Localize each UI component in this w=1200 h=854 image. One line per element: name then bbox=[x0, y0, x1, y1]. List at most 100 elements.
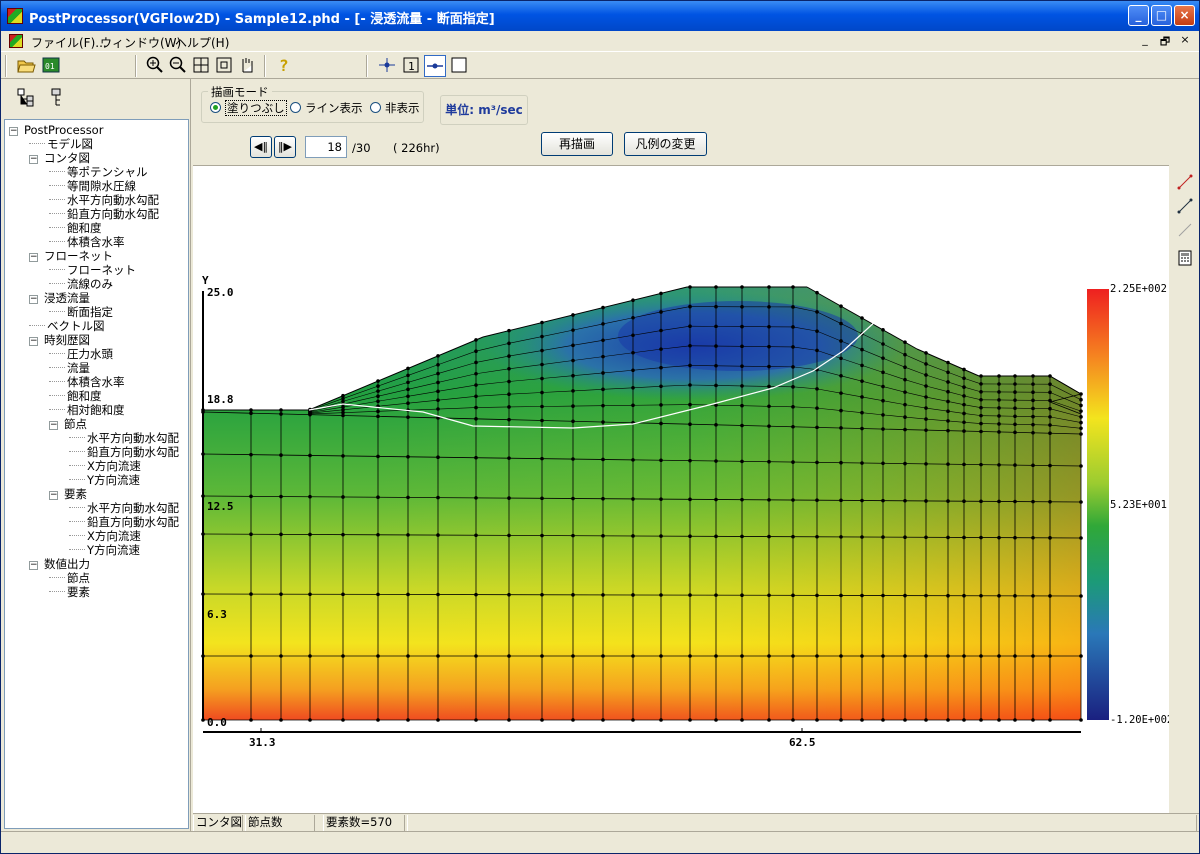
tree-item[interactable]: 圧力水頭 bbox=[49, 347, 113, 361]
tree-item-label[interactable]: 体積含水率 bbox=[67, 375, 125, 389]
tree-item[interactable]: 要素 bbox=[49, 585, 90, 599]
help-icon[interactable]: ? bbox=[273, 55, 295, 77]
rectangle-icon[interactable] bbox=[448, 55, 470, 77]
tree-item[interactable]: 鉛直方向動水勾配 bbox=[69, 445, 179, 459]
tree-item[interactable]: 飽和度 bbox=[49, 389, 102, 403]
radio-hidden[interactable]: 非表示 bbox=[370, 100, 420, 116]
tree-toggle[interactable]: − bbox=[29, 337, 38, 346]
tree-item[interactable]: − 節点 bbox=[49, 417, 87, 431]
close-button[interactable]: × bbox=[1174, 5, 1195, 26]
fit-icon[interactable] bbox=[190, 55, 212, 77]
zoom-window-icon[interactable] bbox=[213, 55, 235, 77]
tree-item-label[interactable]: ベクトル図 bbox=[47, 319, 105, 333]
tree-item[interactable]: 節点 bbox=[49, 571, 90, 585]
tree-item[interactable]: X方向流速 bbox=[69, 459, 141, 473]
tree-toggle[interactable]: − bbox=[49, 421, 58, 430]
radio-fill-label[interactable]: 塗りつぶし bbox=[225, 100, 287, 116]
tree-view[interactable]: − PostProcessor モデル図 − コンタ図 等ポテンシャル 等間隙水圧線 水平方向… bbox=[4, 119, 189, 829]
node-line-icon[interactable] bbox=[376, 55, 398, 77]
tree-item[interactable]: 飽和度 bbox=[49, 221, 102, 235]
zoom-out-icon[interactable] bbox=[167, 55, 189, 77]
tree-item-label[interactable]: X方向流速 bbox=[87, 459, 141, 473]
next-frame-button[interactable]: ‖▶ bbox=[274, 136, 296, 158]
tree-item-label[interactable]: PostProcessor bbox=[24, 123, 103, 137]
tree-item[interactable]: 体積含水率 bbox=[49, 375, 125, 389]
tree-item[interactable]: 体積含水率 bbox=[49, 235, 125, 249]
contour-plot[interactable]: Y 25.0 18.8 12.5 6.3 0.0 31.3 62.5 2.25E… bbox=[193, 166, 1173, 814]
tree-item[interactable]: − フローネット bbox=[29, 249, 113, 263]
radio-line-dot[interactable] bbox=[290, 102, 301, 113]
tree-toggle[interactable]: − bbox=[9, 127, 18, 136]
folder-open-icon[interactable] bbox=[15, 55, 37, 77]
mdi-child-icon[interactable] bbox=[9, 34, 23, 48]
calculator-icon[interactable] bbox=[1175, 249, 1195, 269]
menu-help[interactable]: ヘルプ(H) bbox=[175, 34, 229, 51]
line-tool-dark-icon[interactable] bbox=[1175, 197, 1195, 217]
radio-line[interactable]: ライン表示 bbox=[290, 100, 363, 116]
tree-item-label[interactable]: 圧力水頭 bbox=[67, 347, 113, 361]
tree-item-label[interactable]: 数値出力 bbox=[44, 557, 90, 571]
mdi-restore-button[interactable]: 🗗 bbox=[1157, 33, 1173, 52]
tree-item[interactable]: − コンタ図 bbox=[29, 151, 90, 165]
tree-item[interactable]: X方向流速 bbox=[69, 529, 141, 543]
radio-hidden-dot[interactable] bbox=[370, 102, 381, 113]
tree-item[interactable]: 水平方向動水勾配 bbox=[49, 193, 159, 207]
point-line-icon[interactable] bbox=[424, 55, 446, 77]
tree-item[interactable]: Y方向流速 bbox=[69, 543, 140, 557]
tree-item[interactable]: 等ポテンシャル bbox=[49, 165, 148, 179]
tree-collapse-icon[interactable] bbox=[46, 87, 68, 109]
tree-item-label[interactable]: 飽和度 bbox=[67, 389, 102, 403]
tree-item[interactable]: − PostProcessor bbox=[9, 123, 103, 137]
tree-item[interactable]: 相対飽和度 bbox=[49, 403, 125, 417]
zoom-in-icon[interactable] bbox=[144, 55, 166, 77]
line-tool-red-icon[interactable] bbox=[1175, 173, 1195, 193]
frame-input[interactable]: 18 bbox=[305, 136, 347, 158]
tree-item-label[interactable]: 水平方向動水勾配 bbox=[87, 501, 179, 515]
tree-item[interactable]: 流線のみ bbox=[49, 277, 113, 291]
tree-toggle[interactable]: − bbox=[29, 155, 38, 164]
tree-item-label[interactable]: コンタ図 bbox=[44, 151, 90, 165]
tree-toggle[interactable]: − bbox=[29, 295, 38, 304]
tree-item[interactable]: 水平方向動水勾配 bbox=[69, 431, 179, 445]
tree-item-label[interactable]: フローネット bbox=[67, 263, 136, 277]
tree-item-label[interactable]: 流線のみ bbox=[67, 277, 113, 291]
tree-item-label[interactable]: 断面指定 bbox=[67, 305, 113, 319]
mdi-close-button[interactable]: × bbox=[1177, 33, 1193, 52]
menu-window[interactable]: ウィンドウ(W) bbox=[100, 34, 181, 51]
tree-toggle[interactable]: − bbox=[29, 253, 38, 262]
radio-fill[interactable]: 塗りつぶし bbox=[210, 100, 287, 116]
maximize-button[interactable]: □ bbox=[1151, 5, 1172, 26]
tree-item-label[interactable]: 節点 bbox=[64, 417, 87, 431]
pan-hand-icon[interactable] bbox=[236, 55, 258, 77]
tree-item[interactable]: 水平方向動水勾配 bbox=[69, 501, 179, 515]
tree-item-label[interactable]: 水平方向動水勾配 bbox=[87, 431, 179, 445]
tree-item-label[interactable]: Y方向流速 bbox=[87, 473, 140, 487]
tree-item[interactable]: 断面指定 bbox=[49, 305, 113, 319]
tree-item-label[interactable]: 時刻歴図 bbox=[44, 333, 90, 347]
mdi-minimize-button[interactable]: _ bbox=[1137, 33, 1153, 52]
tree-item[interactable]: 等間隙水圧線 bbox=[49, 179, 136, 193]
tree-item[interactable]: Y方向流速 bbox=[69, 473, 140, 487]
tree-item[interactable]: 流量 bbox=[49, 361, 90, 375]
tree-item-label[interactable]: 等ポテンシャル bbox=[67, 165, 148, 179]
menu-file[interactable]: ファイル(F)... bbox=[31, 34, 107, 51]
tree-item[interactable]: フローネット bbox=[49, 263, 136, 277]
tree-item[interactable]: ベクトル図 bbox=[29, 319, 105, 333]
tree-item-label[interactable]: 流量 bbox=[67, 361, 90, 375]
tree-item-label[interactable]: X方向流速 bbox=[87, 529, 141, 543]
tree-item[interactable]: 鉛直方向動水勾配 bbox=[49, 207, 159, 221]
tree-item-label[interactable]: 節点 bbox=[67, 571, 90, 585]
tree-item[interactable]: − 数値出力 bbox=[29, 557, 90, 571]
tree-item-label[interactable]: 鉛直方向動水勾配 bbox=[67, 207, 159, 221]
tree-item-label[interactable]: 浸透流量 bbox=[44, 291, 90, 305]
tree-expand-icon[interactable] bbox=[15, 87, 37, 109]
tree-item-label[interactable]: モデル図 bbox=[47, 137, 93, 151]
plot-canvas[interactable]: Y 25.0 18.8 12.5 6.3 0.0 31.3 62.5 2.25E… bbox=[193, 165, 1173, 814]
tree-toggle[interactable]: − bbox=[49, 491, 58, 500]
tree-item-label[interactable]: 鉛直方向動水勾配 bbox=[87, 515, 179, 529]
tree-item[interactable]: − 浸透流量 bbox=[29, 291, 90, 305]
tree-item[interactable]: モデル図 bbox=[29, 137, 93, 151]
tree-item-label[interactable]: 飽和度 bbox=[67, 221, 102, 235]
redraw-button[interactable]: 再描画 bbox=[541, 132, 613, 156]
number-one-icon[interactable]: 1 bbox=[400, 55, 422, 77]
